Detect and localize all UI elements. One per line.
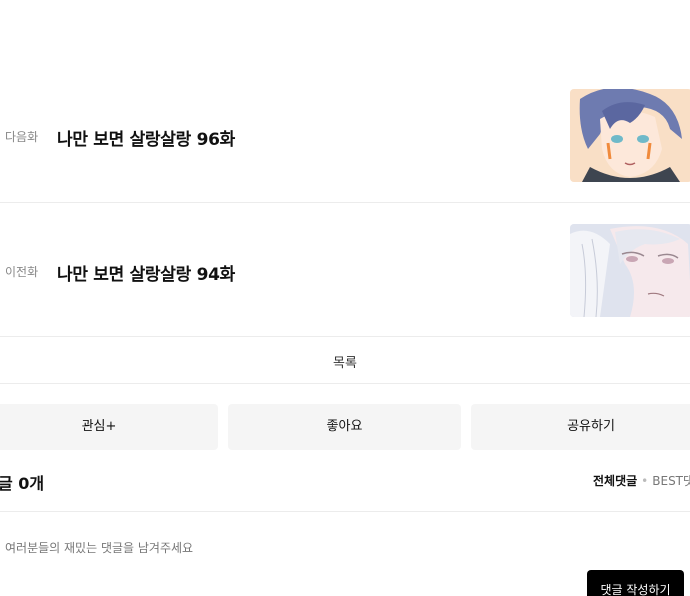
comments-count-title: 글 0개 (0, 474, 45, 493)
sort-all-comments-tab[interactable]: 전체댓글 (593, 474, 637, 488)
comments-header: 글 0개 전체댓글 • BEST댓 (0, 468, 690, 512)
comment-input[interactable]: 여러분들의 재밌는 댓글을 남겨주세요 (5, 539, 193, 556)
share-button[interactable]: 공유하기 (471, 404, 690, 450)
next-episode-row[interactable]: 다음화 나만 보면 살랑살랑 96화 (0, 68, 690, 202)
favorite-button[interactable]: 관심+ (0, 404, 218, 450)
previous-episode-tag: 이전화 (5, 265, 39, 279)
episode-list-label: 목록 (333, 356, 357, 371)
episode-list-button[interactable]: 목록 (0, 336, 690, 384)
next-episode-thumbnail[interactable] (570, 89, 690, 182)
previous-episode-thumbnail[interactable] (570, 224, 690, 317)
comments-sort: 전체댓글 • BEST댓 (593, 472, 690, 489)
sort-best-comments-tab[interactable]: BEST댓 (652, 474, 690, 488)
next-episode-title[interactable]: 나만 보면 살랑살랑 96화 (57, 125, 235, 150)
previous-episode-row[interactable]: 이전화 나만 보면 살랑살랑 94화 (0, 202, 690, 336)
like-button[interactable]: 좋아요 (228, 404, 461, 450)
next-episode-tag: 다음화 (5, 130, 39, 144)
sort-separator: • (641, 474, 649, 488)
previous-episode-title[interactable]: 나만 보면 살랑살랑 94화 (57, 260, 235, 285)
write-comment-button[interactable]: 댓글 작성하기 (587, 570, 684, 596)
